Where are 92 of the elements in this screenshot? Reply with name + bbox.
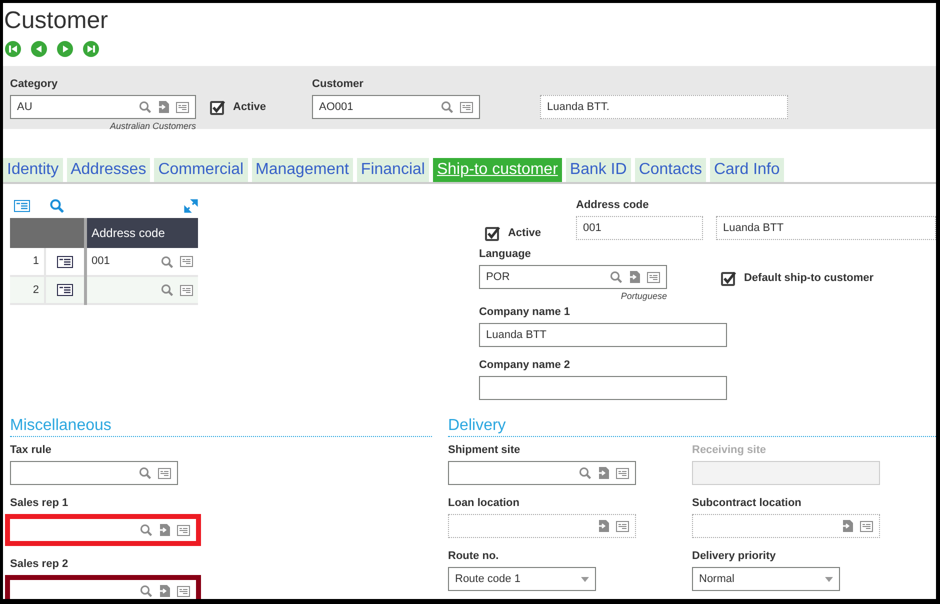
field-label: Subcontract location <box>692 497 802 510</box>
input-field[interactable] <box>448 461 636 485</box>
tab[interactable]: Addresses <box>66 158 150 182</box>
detail-icon[interactable] <box>180 256 193 267</box>
table-header-cell <box>10 218 45 248</box>
document-arrow-icon[interactable] <box>842 520 853 532</box>
document-arrow-icon[interactable] <box>598 467 609 479</box>
input-field[interactable]: AU <box>10 95 196 119</box>
section-title: Miscellaneous <box>10 416 112 436</box>
detail-icon[interactable] <box>158 468 171 478</box>
document-arrow-icon[interactable] <box>159 524 170 536</box>
field-label: Company name 2 <box>478 359 572 372</box>
field-label: Sales rep 2 <box>10 558 70 571</box>
input-field[interactable] <box>10 461 178 485</box>
input-field[interactable] <box>692 514 880 538</box>
row-detail-icon[interactable] <box>56 284 73 296</box>
list-icon[interactable] <box>14 200 30 212</box>
detail-icon[interactable] <box>860 520 873 532</box>
field-label: Route no. <box>448 550 500 563</box>
field-label: Company name 1 <box>478 306 572 319</box>
column-header: Address code <box>85 218 198 248</box>
search-icon[interactable] <box>50 198 64 212</box>
detail-icon[interactable] <box>177 524 190 536</box>
checkbox[interactable] <box>484 226 500 241</box>
detail-icon[interactable] <box>646 272 660 282</box>
dropdown[interactable]: Route code 1 <box>448 567 596 591</box>
search-icon[interactable] <box>139 467 151 479</box>
field-label: Tax rule <box>10 444 52 457</box>
search-icon[interactable] <box>161 256 173 268</box>
input-field[interactable]: Luanda BTT <box>478 323 727 347</box>
tab[interactable]: Commercial <box>154 158 248 182</box>
search-icon[interactable] <box>139 101 151 113</box>
section-title: Delivery <box>448 416 507 436</box>
search-icon[interactable] <box>140 585 152 597</box>
field-label: Shipment site <box>448 444 522 457</box>
checkbox-label: Default ship-to customer <box>744 271 874 286</box>
input-field[interactable] <box>478 376 727 400</box>
tab[interactable]: Management <box>252 158 353 182</box>
dropdown[interactable]: Normal <box>692 567 840 591</box>
field-label: Category <box>10 78 59 91</box>
tab[interactable]: Bank ID <box>566 158 631 182</box>
field-note: Australian Customers <box>108 121 196 132</box>
tab[interactable]: Financial <box>356 158 429 182</box>
input-field[interactable]: 001 <box>576 216 703 240</box>
search-icon[interactable] <box>140 524 152 536</box>
search-icon[interactable] <box>610 271 622 283</box>
search-icon[interactable] <box>161 284 173 296</box>
field-label: Loan location <box>448 497 520 510</box>
checkbox[interactable] <box>210 100 225 115</box>
last-record-icon[interactable] <box>83 41 99 57</box>
tab[interactable]: Contacts <box>634 158 706 182</box>
row-detail-icon[interactable] <box>56 256 73 268</box>
input-field[interactable]: Luanda BTT. <box>540 95 788 119</box>
document-arrow-icon[interactable] <box>158 101 169 113</box>
input-field[interactable] <box>692 461 880 485</box>
field-label: Language <box>478 248 532 261</box>
input-field[interactable]: Luanda BTT <box>716 216 936 240</box>
checkbox[interactable] <box>720 270 736 286</box>
search-icon[interactable] <box>441 101 454 113</box>
table-cell-text: 001 <box>92 254 111 270</box>
previous-record-icon[interactable] <box>31 41 47 57</box>
document-arrow-icon[interactable] <box>628 271 640 283</box>
caret-icon[interactable] <box>825 576 833 582</box>
input-field[interactable]: AO001 <box>312 95 480 119</box>
search-icon[interactable] <box>579 467 591 479</box>
field-label: Address code <box>576 199 650 212</box>
field-label: Customer <box>312 78 364 91</box>
table-header-cell <box>45 218 85 248</box>
detail-icon[interactable] <box>177 586 190 596</box>
first-record-icon[interactable] <box>5 41 21 57</box>
page-title: Customer <box>3 6 110 33</box>
checkbox-label: Active <box>508 226 541 241</box>
tab[interactable]: Identity <box>3 158 63 182</box>
detail-icon[interactable] <box>616 520 629 532</box>
row-number: 2 <box>10 276 45 304</box>
detail-icon[interactable] <box>616 468 629 478</box>
next-record-icon[interactable] <box>57 41 73 57</box>
caret-icon[interactable] <box>581 576 589 582</box>
field-label: Delivery priority <box>692 550 777 563</box>
detail-icon[interactable] <box>176 102 189 112</box>
field-note: Portuguese <box>620 291 667 302</box>
checkbox-label: Active <box>233 100 266 115</box>
expand-icon[interactable] <box>184 198 198 212</box>
document-arrow-icon[interactable] <box>598 520 609 532</box>
input-field[interactable] <box>448 514 636 538</box>
tab[interactable]: Card Info <box>710 158 784 182</box>
input-field[interactable]: POR <box>478 265 667 289</box>
detail-icon[interactable] <box>460 102 474 112</box>
detail-icon[interactable] <box>180 284 193 296</box>
field-label: Sales rep 1 <box>10 497 70 510</box>
field-label: Receiving site <box>692 444 767 457</box>
document-arrow-icon[interactable] <box>159 585 170 597</box>
